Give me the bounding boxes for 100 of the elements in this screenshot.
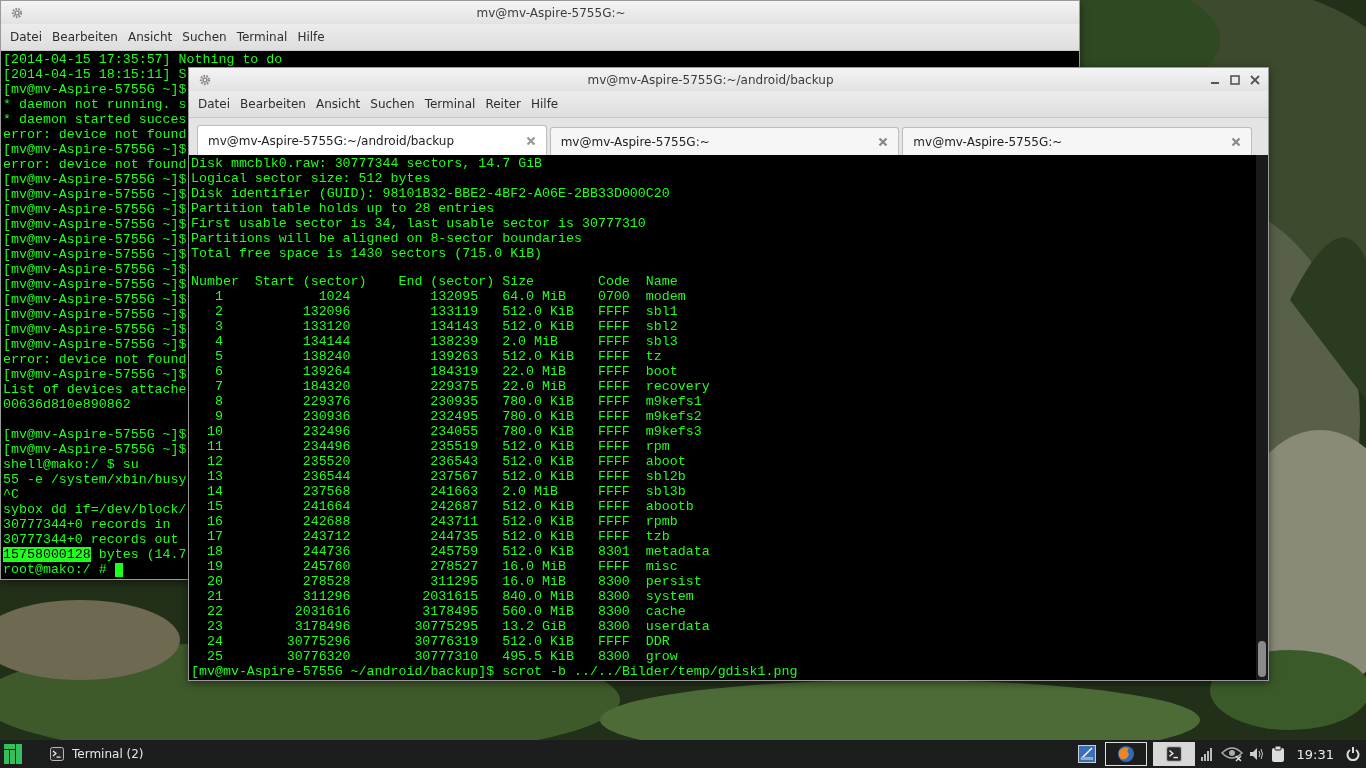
terminal-line: [mv@mv-Aspire-5755G ~]$ [3,82,187,97]
table-cell-text: 8300 [597,604,631,619]
table-cell-text: sbl2b [645,469,687,484]
terminal-line: [2014-04-15 18:15:11] S [3,67,187,82]
terminal-line: 00636d810e890862 [3,397,131,412]
table-cell-text: 780.0 KiB [502,409,575,424]
table-cell-text: 138239 [429,334,479,349]
table-cell-text: metadata [645,544,711,559]
table-cell-text: 235520 [301,454,351,469]
table-cell-text: 230936 [301,409,351,424]
table-cell-text: 780.0 KiB [502,394,575,409]
table-cell-text: 311295 [429,574,479,589]
close-icon[interactable] [1250,74,1260,85]
close-icon[interactable] [1231,136,1241,147]
table-cell-text: aboot [645,454,687,469]
menu-item[interactable]: Suchen [365,94,420,114]
menu-item[interactable]: Hilfe [292,27,330,47]
table-cell-text: FFFF [597,424,631,439]
terminal-line: [mv@mv-Aspire-5755G ~]$ [3,442,187,457]
table-cell-text: 5 [213,349,223,364]
menu-item[interactable]: Bearbeiten [47,27,123,47]
settings-icon[interactable] [11,6,23,19]
terminal-tab[interactable]: mv@mv-Aspire-5755G:~ [902,127,1252,155]
table-cell-text: 184319 [429,364,479,379]
table-cell-text: 30776320 [285,649,351,664]
terminal-line: [mv@mv-Aspire-5755G ~]$ [3,277,187,292]
scrollbar[interactable] [1256,155,1268,680]
table-cell-text: FFFF [597,334,631,349]
terminal-line: [mv@mv-Aspire-5755G ~]$ [3,367,187,382]
menu-item[interactable]: Suchen [177,27,232,47]
table-cell-text: 132096 [301,304,351,319]
table-cell-text: 512.0 KiB [502,454,575,469]
launcher-button[interactable] [1152,742,1195,766]
settings-icon[interactable] [199,73,211,86]
close-icon[interactable] [525,135,536,146]
table-cell-text: 230935 [429,394,479,409]
terminal-line: Total free space is 1430 sectors (715.0 KiB) [191,246,543,261]
menu-item[interactable]: Terminal [231,27,293,47]
terminal-line: First usable sector is 34, last usable sector is 30777310 [191,216,646,231]
clipboard-icon[interactable] [1270,745,1285,763]
table-cell-text: 10 [205,424,223,439]
terminal-line: [mv@mv-Aspire-5755G ~]$ [3,187,187,202]
menu-item[interactable]: Bearbeiten [235,94,311,114]
browser-icon [1116,745,1135,763]
table-cell-text: 16 [205,514,223,529]
column-header: End (sector) [398,274,496,289]
table-cell-text: 16.0 MiB [502,559,567,574]
menu-item[interactable]: Terminal [419,94,481,114]
table-cell-text: 134143 [429,319,479,334]
table-cell-text: FFFF [597,349,631,364]
selected-text: 15758000128 [3,547,91,562]
table-cell-text: 138240 [301,349,351,364]
terminal-line: Logical sector size: 512 bytes [191,171,431,186]
logo-icon[interactable] [4,744,22,764]
taskbar-button[interactable]: Terminal (2) [42,742,152,766]
column-header: Code [597,274,631,289]
terminal-tab[interactable]: mv@mv-Aspire-5755G:~/android/backup [197,125,547,155]
table-cell-text: FFFF [597,409,631,424]
table-cell-text: 2.0 MiB [502,334,559,349]
table-cell-text: 244735 [429,529,479,544]
table-cell-text: 2031615 [421,589,479,604]
menu-item[interactable]: Datei [5,27,47,47]
table-cell-text: 8301 [597,544,631,559]
table-cell-text: 30776319 [413,634,479,649]
table-cell-text: recovery [645,379,711,394]
launcher-button[interactable] [1104,742,1147,766]
menu-item[interactable]: Hilfe [525,94,564,114]
table-cell-text: 139264 [301,364,351,379]
table-cell-text: 278527 [429,559,479,574]
table-cell-text: 237568 [301,484,351,499]
signal-icon[interactable] [1200,747,1215,761]
table-cell-text: boot [645,364,679,379]
column-header: Name [645,274,679,289]
terminal-tab[interactable]: mv@mv-Aspire-5755G:~ [549,127,900,155]
table-cell-text: FFFF [597,514,631,529]
table-cell-text: 512.0 KiB [502,304,575,319]
terminal-line: shell@mako:/ $ su [3,457,139,472]
table-cell-text: 235519 [429,439,479,454]
table-cell-text: 22 [205,604,223,619]
column-header: Number [191,274,240,289]
table-cell-text: 242688 [301,514,351,529]
volume-icon[interactable] [1248,747,1265,761]
menu-item[interactable]: Datei [193,94,235,114]
menu-item[interactable]: Ansicht [310,94,366,114]
table-cell-text: 1024 [317,289,351,304]
menu-item[interactable]: Reiter [480,94,526,114]
table-cell-text: 512.0 KiB [502,439,575,454]
table-cell-text: sbl2 [645,319,679,334]
table-cell-text: 311296 [301,589,351,604]
table-cell-text: 6 [213,364,223,379]
maximize-icon[interactable] [1230,74,1240,85]
table-cell-text: FFFF [597,319,631,334]
power-icon[interactable] [1346,747,1360,761]
terminal-line: [mv@mv-Aspire-5755G ~]$ [3,307,187,322]
clock[interactable]: 19:31 [1290,746,1340,762]
terminal-icon [50,747,64,761]
menu-item[interactable]: Ansicht [122,27,178,47]
table-cell-text: 278528 [301,574,351,589]
close-icon[interactable] [878,136,889,147]
table-cell-text: sbl3 [645,334,679,349]
